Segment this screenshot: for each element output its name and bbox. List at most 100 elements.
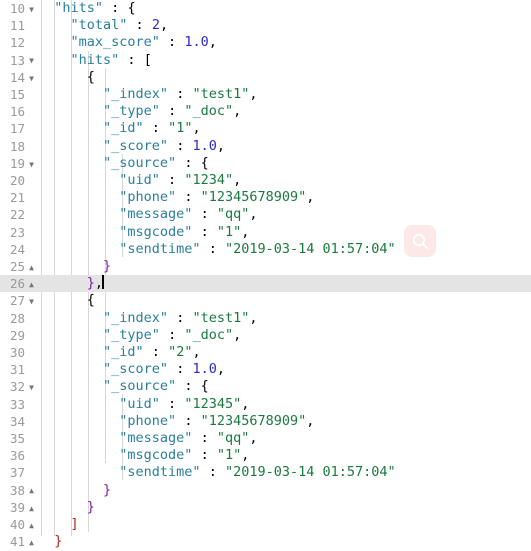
code-line[interactable]: 35▼ "message" : "qq", [0,430,531,447]
code-text[interactable]: "_source" : { [38,155,209,172]
line-number-gutter[interactable]: 30▼ [0,344,38,361]
line-number-gutter[interactable]: 40 ▲ [0,516,38,533]
code-text[interactable]: "_score" : 1.0, [38,138,225,155]
code-line[interactable]: 38 ▲ } [0,482,531,499]
line-number-gutter[interactable]: 11▼ [0,17,38,34]
code-line[interactable]: 13 ▼ "hits" : [ [0,52,531,69]
code-line[interactable]: 33▼ "uid" : "12345", [0,396,531,413]
fold-caret-up-icon[interactable]: ▲ [25,259,38,276]
line-number-gutter[interactable]: 22▼ [0,206,38,223]
line-number-gutter[interactable]: 14 ▼ [0,69,38,86]
fold-caret-up-icon[interactable]: ▲ [25,482,38,499]
code-line[interactable]: 40 ▲ ] [0,516,531,533]
line-number-gutter[interactable]: 33▼ [0,396,38,413]
fold-caret-up-icon[interactable]: ▲ [25,534,38,551]
code-text[interactable]: "_index" : "test1", [38,86,257,103]
code-text[interactable]: { [38,292,95,309]
fold-caret-down-icon[interactable]: ▼ [25,70,38,87]
code-text[interactable]: "phone" : "12345678909", [38,413,314,430]
code-text[interactable]: "uid" : "12345", [38,396,249,413]
line-number-gutter[interactable]: 17▼ [0,120,38,137]
line-number-gutter[interactable]: 29▼ [0,327,38,344]
code-line[interactable]: 24▼ "sendtime" : "2019-03-14 01:57:04" [0,241,531,258]
code-line[interactable]: 19 ▼ "_source" : { [0,155,531,172]
code-text[interactable]: "_type" : "_doc", [38,103,241,120]
code-line[interactable]: 10 ▼ "hits" : { [0,0,531,17]
code-text[interactable]: "_index" : "test1", [38,310,257,327]
code-text[interactable]: "_id" : "1", [38,120,201,137]
code-line[interactable]: 25 ▲ } [0,258,531,275]
code-line[interactable]: 20▼ "uid" : "1234", [0,172,531,189]
line-number-gutter[interactable]: 21▼ [0,189,38,206]
line-number-gutter[interactable]: 18▼ [0,138,38,155]
fold-caret-down-icon[interactable]: ▼ [25,1,38,18]
code-text[interactable]: } [38,482,111,499]
line-number-gutter[interactable]: 26 ▲ [0,275,38,292]
fold-caret-up-icon[interactable]: ▲ [25,500,38,517]
code-line[interactable]: 16▼ "_type" : "_doc", [0,103,531,120]
fold-caret-down-icon[interactable]: ▼ [25,156,38,173]
code-line[interactable]: 34▼ "phone" : "12345678909", [0,413,531,430]
line-number-gutter[interactable]: 20▼ [0,172,38,189]
code-text[interactable]: "message" : "qq", [38,206,257,223]
line-number-gutter[interactable]: 34▼ [0,413,38,430]
code-text[interactable]: { [38,69,95,86]
line-number-gutter[interactable]: 24▼ [0,241,38,258]
line-number-gutter[interactable]: 13 ▼ [0,52,38,69]
code-text[interactable]: "msgcode" : "1", [38,224,249,241]
code-line[interactable]: 17▼ "_id" : "1", [0,120,531,137]
code-editor[interactable]: 10▼ "hits" : {11▼ "total" : 2,12▼ "max_s… [0,0,531,549]
code-line[interactable]: 37▼ "sendtime" : "2019-03-14 01:57:04" [0,464,531,481]
code-line[interactable]: 18▼ "_score" : 1.0, [0,138,531,155]
fold-caret-up-icon[interactable]: ▲ [25,276,38,293]
fold-caret-down-icon[interactable]: ▼ [25,293,38,310]
code-line[interactable]: 11▼ "total" : 2, [0,17,531,34]
line-number-gutter[interactable]: 19 ▼ [0,155,38,172]
code-text[interactable]: "max_score" : 1.0, [38,34,217,51]
code-text[interactable]: "_id" : "2", [38,344,201,361]
code-line[interactable]: 29▼ "_type" : "_doc", [0,327,531,344]
code-line[interactable]: 12▼ "max_score" : 1.0, [0,34,531,51]
code-line[interactable]: 36▼ "msgcode" : "1", [0,447,531,464]
code-text[interactable]: "uid" : "1234", [38,172,241,189]
line-number-gutter[interactable]: 10 ▼ [0,0,38,17]
line-number-gutter[interactable]: 23▼ [0,224,38,241]
line-number-gutter[interactable]: 16▼ [0,103,38,120]
code-text[interactable]: "hits" : { [38,0,135,17]
line-number-gutter[interactable]: 37▼ [0,464,38,481]
code-text[interactable]: "sendtime" : "2019-03-14 01:57:04" [38,464,395,481]
fold-caret-down-icon[interactable]: ▼ [25,52,38,69]
code-line[interactable]: 28▼ "_index" : "test1", [0,310,531,327]
code-line[interactable]: 30▼ "_id" : "2", [0,344,531,361]
fold-caret-down-icon[interactable]: ▼ [25,379,38,396]
code-line[interactable]: 27 ▼ { [0,292,531,309]
code-text[interactable]: "phone" : "12345678909", [38,189,314,206]
code-line[interactable]: 32 ▼ "_source" : { [0,378,531,395]
code-text[interactable]: ] [38,516,79,533]
code-text[interactable]: "msgcode" : "1", [38,447,249,464]
line-number-gutter[interactable]: 39 ▲ [0,499,38,516]
line-number-gutter[interactable]: 28▼ [0,310,38,327]
code-line[interactable]: 21▼ "phone" : "12345678909", [0,189,531,206]
code-text[interactable]: } [38,258,111,275]
code-line[interactable]: 14 ▼ { [0,69,531,86]
code-text[interactable]: "_source" : { [38,378,209,395]
line-number-gutter[interactable]: 31▼ [0,361,38,378]
line-number-gutter[interactable]: 25 ▲ [0,258,38,275]
line-number-gutter[interactable]: 15▼ [0,86,38,103]
code-text[interactable]: "_type" : "_doc", [38,327,241,344]
fold-caret-up-icon[interactable]: ▲ [25,517,38,534]
code-line[interactable]: 22▼ "message" : "qq", [0,206,531,223]
line-number-gutter[interactable]: 36▼ [0,447,38,464]
search-button[interactable] [404,225,436,257]
line-number-gutter[interactable]: 38 ▲ [0,482,38,499]
code-text[interactable]: }, [38,275,105,292]
line-number-gutter[interactable]: 32 ▼ [0,378,38,395]
line-number-gutter[interactable]: 12▼ [0,34,38,51]
code-line[interactable]: 26 ▲ }, [0,275,531,293]
code-text[interactable]: "sendtime" : "2019-03-14 01:57:04" [38,241,395,258]
code-text[interactable]: "hits" : [ [38,52,152,69]
code-line[interactable]: 15▼ "_index" : "test1", [0,86,531,103]
code-text[interactable]: "message" : "qq", [38,430,257,447]
code-line[interactable]: 31▼ "_score" : 1.0, [0,361,531,378]
